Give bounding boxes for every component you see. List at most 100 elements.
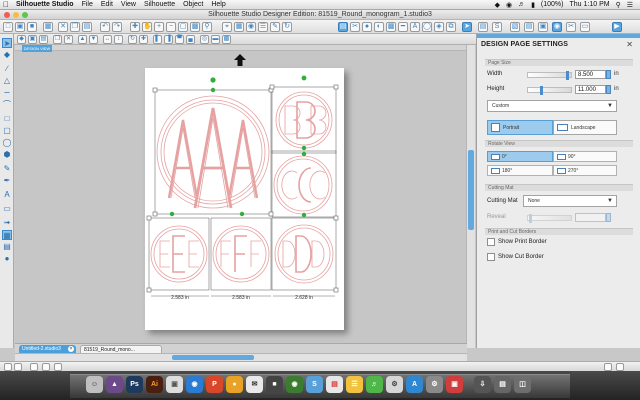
clock[interactable]: Thu 1:10 PM: [567, 1, 613, 8]
text-style-icon[interactable]: A: [410, 22, 420, 32]
silhouette-dock-icon[interactable]: S: [306, 376, 323, 393]
page-settings-icon[interactable]: ▤: [338, 22, 348, 32]
menu-object[interactable]: Object: [179, 1, 207, 8]
ungroup-icon[interactable]: ▤: [39, 35, 48, 44]
knife-icon[interactable]: ✂: [566, 22, 576, 32]
flip-h-icon[interactable]: ↔: [103, 35, 112, 44]
rectangle-tool-icon[interactable]: □: [2, 114, 12, 124]
firefox-dock-icon[interactable]: ●: [226, 376, 243, 393]
edit-points-icon[interactable]: ◆: [2, 50, 12, 60]
group-select-icon[interactable]: ▣: [28, 35, 37, 44]
messages-dock-icon[interactable]: ◉: [286, 376, 303, 393]
knife-tool-icon[interactable]: ➟: [2, 218, 12, 228]
store-view-icon[interactable]: ●: [2, 254, 12, 264]
vertical-scroll-thumb[interactable]: [468, 150, 474, 230]
illustrator-dock-icon[interactable]: Ai: [146, 376, 163, 393]
fill-icon[interactable]: ◉: [246, 22, 256, 32]
modify-icon[interactable]: ▧: [510, 22, 520, 32]
utility-dock-icon[interactable]: ⚙: [426, 376, 443, 393]
offset-icon[interactable]: ◯: [422, 22, 432, 32]
color-icon[interactable]: ●: [362, 22, 372, 32]
horizontal-scroll-thumb[interactable]: [172, 355, 254, 360]
close-tab-icon[interactable]: ×: [68, 346, 74, 352]
gradient-icon[interactable]: ◐: [374, 22, 384, 32]
calendar-dock-icon[interactable]: ▤: [326, 376, 343, 393]
menu-help[interactable]: Help: [207, 1, 229, 8]
monogram-eee[interactable]: [150, 225, 208, 283]
zoom-out-icon[interactable]: −: [166, 22, 176, 32]
zoom-window-button[interactable]: [22, 12, 28, 18]
send-icon[interactable]: ▶: [612, 22, 622, 32]
line-tool-icon[interactable]: ∕: [2, 64, 12, 74]
vertical-scrollbar[interactable]: [466, 45, 475, 348]
monogram-fff[interactable]: [212, 225, 270, 283]
center-icon[interactable]: ✚: [139, 35, 148, 44]
align-bottom-icon[interactable]: ▄: [186, 35, 195, 44]
preferences-gear-icon[interactable]: [616, 363, 624, 371]
spotlight-icon[interactable]: ⚲: [613, 1, 624, 9]
finder-dock-icon[interactable]: ☺: [86, 376, 103, 393]
monogram-ccc[interactable]: [273, 155, 333, 215]
rotate-90-button[interactable]: 90°: [553, 151, 617, 162]
show-print-border-checkbox[interactable]: [487, 238, 495, 246]
grid-icon[interactable]: ▦: [234, 22, 244, 32]
horizontal-scrollbar[interactable]: [15, 353, 467, 361]
cut-icon[interactable]: ✕: [58, 22, 68, 32]
align-left-icon[interactable]: ▌: [153, 35, 162, 44]
monogram-artwork[interactable]: 2.583 in 2.583 in 2.628 in: [145, 68, 344, 330]
monogram-bbb[interactable]: [275, 91, 333, 149]
dropbox-icon[interactable]: ◆: [492, 1, 503, 9]
lock-icon[interactable]: ◎: [200, 35, 209, 44]
line-style-icon[interactable]: ☰: [258, 22, 268, 32]
open-icon[interactable]: ▣: [15, 22, 25, 32]
browser-dock-icon[interactable]: ◉: [186, 376, 203, 393]
height-slider[interactable]: [527, 86, 572, 95]
wifi-icon[interactable]: ◉: [503, 1, 515, 9]
terminal-dock-icon[interactable]: ■: [266, 376, 283, 393]
paste-icon[interactable]: ▤: [82, 22, 92, 32]
line-icon[interactable]: ━: [398, 22, 408, 32]
ellipse-tool-icon[interactable]: ◯: [2, 138, 12, 148]
height-stepper[interactable]: [606, 85, 611, 94]
pan-icon[interactable]: ✋: [142, 22, 152, 32]
reveal-stepper[interactable]: [606, 213, 611, 222]
freehand-tool-icon[interactable]: ✎: [2, 164, 12, 174]
select-arrow-icon[interactable]: ➤: [2, 38, 12, 48]
library-icon[interactable]: ▤: [478, 22, 488, 32]
weld-icon[interactable]: ◉: [552, 22, 562, 32]
menu-silhouette[interactable]: Silhouette: [140, 1, 179, 8]
acrobat-dock-icon[interactable]: ▣: [446, 376, 463, 393]
cut-settings-icon[interactable]: ✂: [350, 22, 360, 32]
landscape-button[interactable]: Landscape: [553, 120, 617, 135]
notification-icon[interactable]: ☰: [624, 1, 636, 9]
system-prefs-dock-icon[interactable]: ⚙: [386, 376, 403, 393]
settings-gear-icon[interactable]: [604, 363, 612, 371]
select-tool-icon[interactable]: ✚: [130, 22, 140, 32]
powerpoint-dock-icon[interactable]: P: [206, 376, 223, 393]
smooth-freehand-tool-icon[interactable]: ✒: [2, 176, 12, 186]
large-monogram-aaa[interactable]: [156, 95, 270, 209]
save-icon[interactable]: ■: [27, 22, 37, 32]
zoom-drag-icon[interactable]: ⚲: [202, 22, 212, 32]
arc-tool-icon[interactable]: ⌒: [2, 100, 12, 110]
group-icon[interactable]: ▣: [538, 22, 548, 32]
menu-edit[interactable]: Edit: [97, 1, 117, 8]
volume-icon[interactable]: ♬: [515, 1, 528, 8]
store-icon[interactable]: S: [492, 22, 502, 32]
trace-icon[interactable]: ◈: [434, 22, 444, 32]
align-icon[interactable]: ▤: [524, 22, 534, 32]
rotate-180-button[interactable]: 180°: [487, 165, 553, 176]
flip-v-icon[interactable]: ↕: [114, 35, 123, 44]
documents-dock-icon[interactable]: ▤: [494, 376, 511, 393]
library-shortcut-icon[interactable]: [4, 363, 12, 371]
notes-dock-icon[interactable]: ☰: [346, 376, 363, 393]
height-input[interactable]: 11.000: [575, 85, 606, 94]
rounded-rect-tool-icon[interactable]: ▢: [2, 126, 12, 136]
bring-front-icon[interactable]: ▲: [78, 35, 87, 44]
launchpad-dock-icon[interactable]: ▲: [106, 376, 123, 393]
duplicate-icon[interactable]: ❐: [53, 35, 62, 44]
delete-icon[interactable]: ✕: [64, 35, 73, 44]
rotate-270-button[interactable]: 270°: [553, 165, 617, 176]
trace-shortcut-icon[interactable]: [54, 363, 62, 371]
battery-icon[interactable]: ▮: [528, 1, 538, 9]
